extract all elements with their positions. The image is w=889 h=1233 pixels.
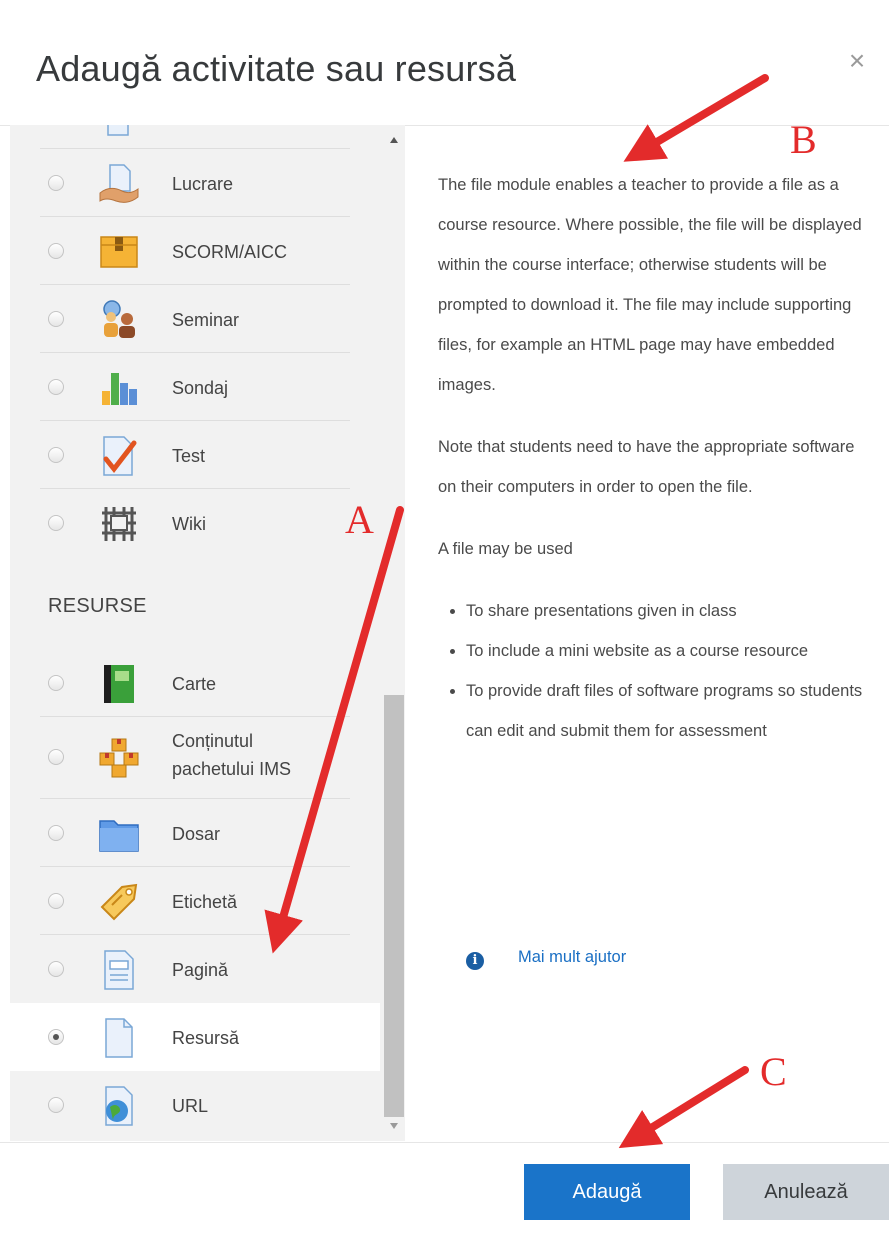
- module-label: Sondaj: [172, 378, 229, 398]
- section-title-resources: RESURSE: [48, 595, 147, 617]
- list-scrollbar[interactable]: [383, 125, 405, 1141]
- dialog-header: Adaugă activitate sau resursă ×: [0, 0, 889, 126]
- folder-icon: [99, 820, 139, 852]
- wiki-icon: [102, 507, 136, 541]
- module-radio[interactable]: [48, 243, 64, 259]
- module-row-wiki[interactable]: Wiki: [10, 489, 380, 557]
- module-radio-selected[interactable]: [48, 1029, 64, 1045]
- module-radio[interactable]: [48, 825, 64, 841]
- cancel-button[interactable]: Anulează: [723, 1164, 889, 1220]
- generic-module-icon: [107, 125, 129, 136]
- module-label: Wiki: [172, 514, 206, 534]
- module-radio[interactable]: [48, 961, 64, 977]
- module-label: URL: [172, 1096, 209, 1116]
- module-row-seminar[interactable]: Seminar: [10, 285, 380, 353]
- module-label: Test: [172, 446, 206, 466]
- module-row-sondaj[interactable]: Sondaj: [10, 353, 380, 421]
- module-row-pagina[interactable]: Pagină: [10, 935, 380, 1003]
- quiz-checkmark-icon: [103, 436, 137, 476]
- help-bullet: To provide draft files of software progr…: [466, 671, 868, 751]
- module-radio[interactable]: [48, 175, 64, 191]
- add-activity-dialog: Adaugă activitate sau resursă × Lucrare: [0, 0, 889, 1232]
- help-bullet: To share presentations given in class: [466, 591, 868, 631]
- workshop-icon: [103, 300, 135, 338]
- url-globe-icon: [105, 1086, 133, 1126]
- module-label-line2: pachetului IMS: [172, 759, 292, 779]
- scroll-up-icon[interactable]: [390, 137, 398, 143]
- module-label: Conținutul pachetului IMS: [172, 727, 291, 783]
- annotation-label-a: A: [345, 497, 374, 542]
- module-row-resursa[interactable]: Resursă: [10, 1003, 380, 1071]
- module-row-test[interactable]: Test: [10, 421, 380, 489]
- module-label: Lucrare: [172, 174, 234, 194]
- page-icon: [104, 950, 134, 990]
- module-label: Pagină: [172, 960, 229, 980]
- assignment-icon: [99, 164, 139, 203]
- module-row-dosar[interactable]: Dosar: [10, 799, 380, 867]
- close-icon[interactable]: ×: [842, 46, 872, 76]
- help-bullet: To include a mini website as a course re…: [466, 631, 868, 671]
- module-label: Resursă: [172, 1028, 240, 1048]
- module-radio[interactable]: [48, 749, 64, 765]
- label-tag-icon: [100, 883, 138, 921]
- module-radio[interactable]: [48, 515, 64, 531]
- list-item[interactable]: [10, 125, 380, 149]
- module-label: Carte: [172, 674, 217, 694]
- annotation-label-c: C: [760, 1049, 787, 1094]
- module-radio[interactable]: [48, 311, 64, 327]
- help-paragraph: Note that students need to have the appr…: [438, 438, 855, 496]
- ims-package-icon: [99, 738, 139, 778]
- module-help-panel: The file module enables a teacher to pro…: [438, 165, 868, 751]
- module-radio[interactable]: [48, 675, 64, 691]
- module-label: Seminar: [172, 310, 240, 330]
- help-paragraph: A file may be used: [438, 540, 573, 558]
- module-radio[interactable]: [48, 447, 64, 463]
- book-icon: [104, 665, 134, 703]
- module-row-ims[interactable]: Conținutul pachetului IMS: [10, 717, 380, 799]
- module-label: Dosar: [172, 824, 221, 844]
- module-row-carte[interactable]: Carte: [10, 649, 380, 717]
- module-row-url[interactable]: URL: [10, 1071, 380, 1139]
- annotation-label-b: B: [790, 117, 817, 162]
- add-button[interactable]: Adaugă: [524, 1164, 690, 1220]
- info-icon: i: [466, 952, 484, 970]
- scrollbar-thumb[interactable]: [384, 695, 404, 1117]
- module-row-eticheta[interactable]: Etichetă: [10, 867, 380, 935]
- module-label: SCORM/AICC: [172, 242, 288, 262]
- help-bullet-list: To share presentations given in class To…: [438, 591, 868, 751]
- module-row-scorm[interactable]: SCORM/AICC: [10, 217, 380, 285]
- module-radio[interactable]: [48, 893, 64, 909]
- scorm-package-icon: [100, 236, 138, 268]
- file-icon: [105, 1018, 133, 1058]
- module-label: Etichetă: [172, 892, 238, 912]
- more-help-link[interactable]: Mai mult ajutor: [518, 948, 626, 967]
- module-row-lucrare[interactable]: Lucrare: [10, 149, 380, 217]
- module-radio[interactable]: [48, 1097, 64, 1113]
- help-paragraph: The file module enables a teacher to pro…: [438, 176, 862, 394]
- module-label-line1: Conținutul: [172, 731, 254, 751]
- module-radio[interactable]: [48, 379, 64, 395]
- module-list-panel[interactable]: Lucrare SCORM/AICC Seminar Sondaj Test W…: [10, 125, 405, 1141]
- scroll-down-icon[interactable]: [390, 1123, 398, 1129]
- survey-chart-icon: [102, 373, 137, 405]
- dialog-footer: Adaugă Anulează: [0, 1142, 889, 1233]
- dialog-title: Adaugă activitate sau resursă: [36, 48, 517, 89]
